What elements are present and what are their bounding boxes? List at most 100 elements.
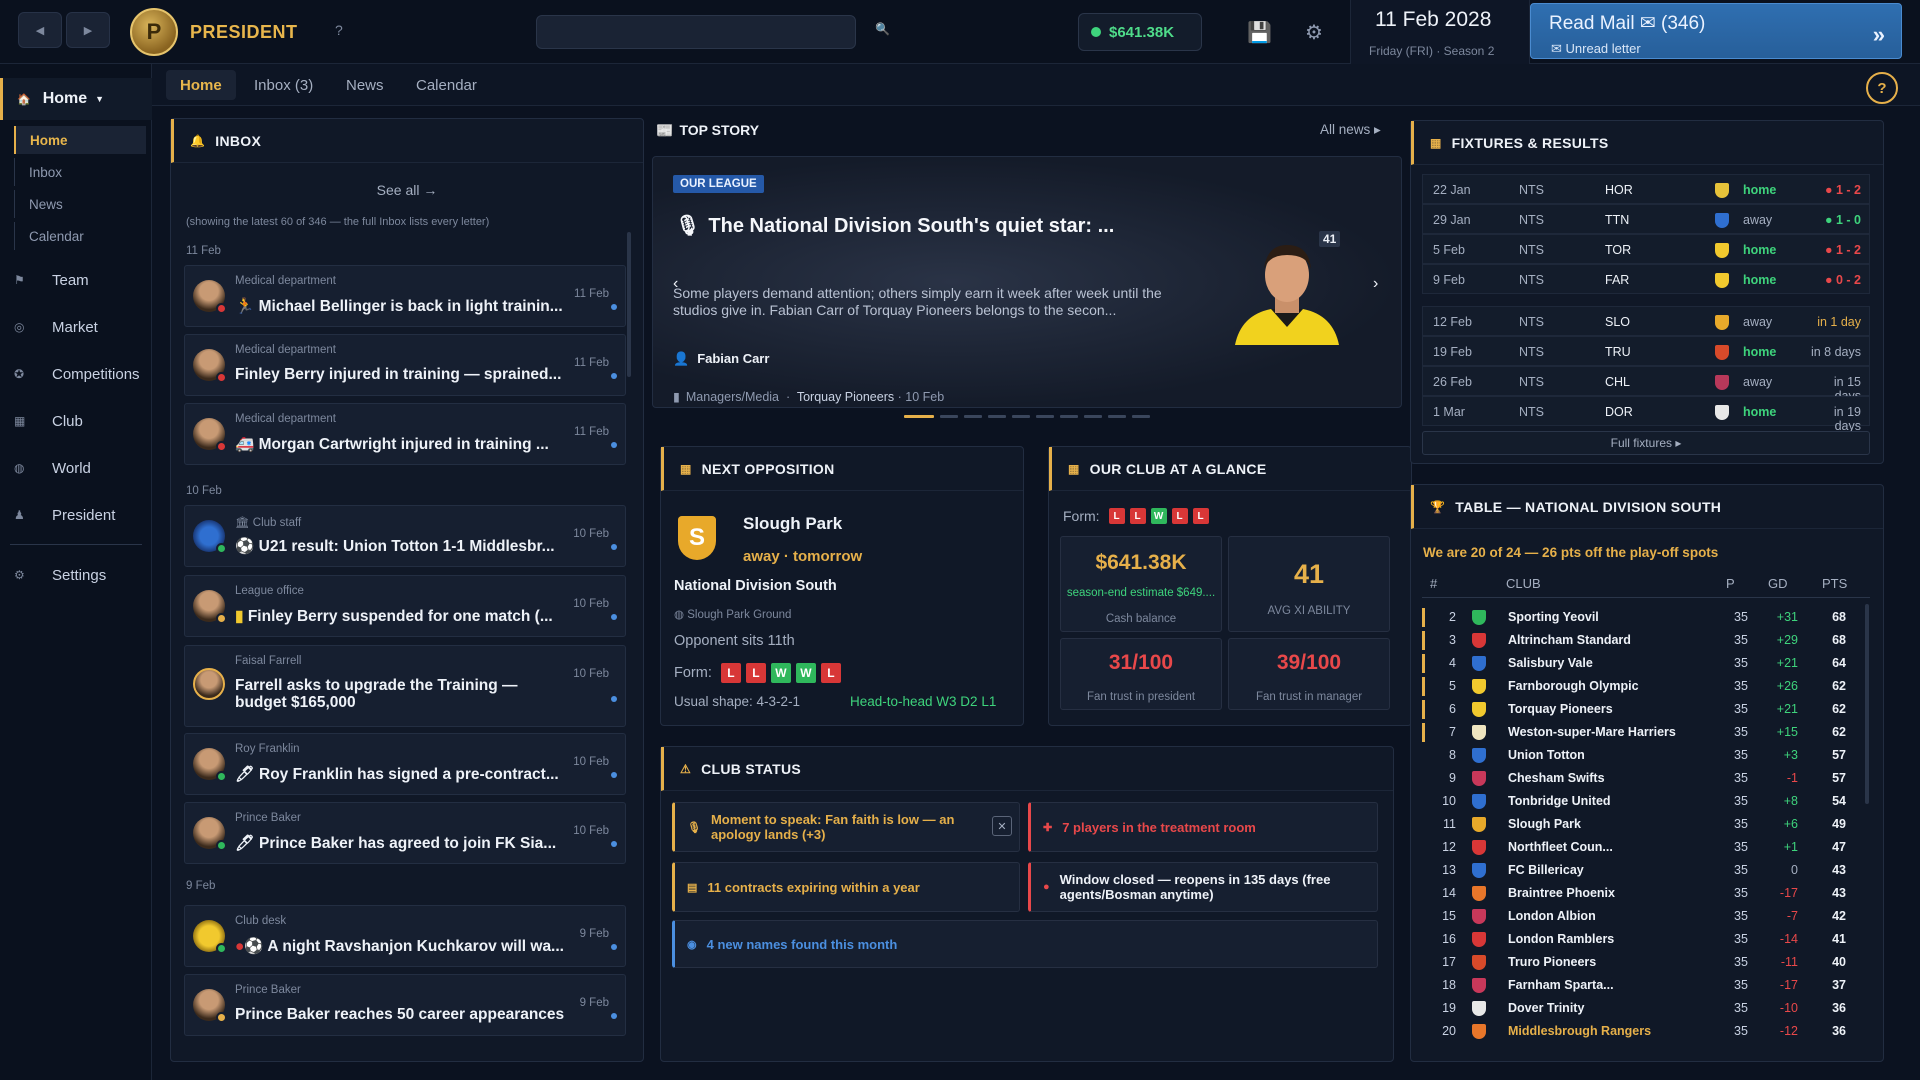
search-input[interactable]: [536, 15, 856, 49]
full-fixtures-button[interactable]: Full fixtures ▸: [1422, 431, 1870, 455]
all-news-link[interactable]: All news ▸: [1320, 122, 1381, 138]
status-item[interactable]: 🎙 Moment to speak: Fan faith is low — an …: [672, 802, 1020, 852]
inbox-item[interactable]: Prince Baker Prince Baker reaches 50 car…: [184, 974, 626, 1036]
inbox-item[interactable]: 🏛 Club staff ⚽ U21 result: Union Totton …: [184, 505, 626, 567]
table-row[interactable]: 3 Altrincham Standard 35 +29 68: [1422, 629, 1862, 652]
table-row[interactable]: 19 Dover Trinity 35 -10 36: [1422, 997, 1862, 1020]
form-badge: L: [1129, 508, 1146, 524]
table-row[interactable]: 8 Union Totton 35 +3 57: [1422, 744, 1862, 767]
dismiss-button[interactable]: ✕: [992, 816, 1012, 836]
story-player[interactable]: 👤 Fabian Carr: [673, 351, 769, 367]
see-all-link[interactable]: See all →: [170, 182, 644, 198]
inbox-item[interactable]: Prince Baker 🖊 Prince Baker has agreed t…: [184, 802, 626, 864]
tab-calendar[interactable]: Calendar: [402, 70, 491, 100]
table-club: Union Totton: [1508, 748, 1585, 762]
cash-tile[interactable]: $641.38K season-end estimate $649.... Ca…: [1060, 536, 1222, 632]
carousel-indicators[interactable]: [904, 415, 1150, 419]
right-arrow-icon: ▶: [83, 24, 93, 37]
inbox-item[interactable]: Medical department 🚑 Morgan Cartwright i…: [184, 403, 626, 465]
sidebar-sub-home[interactable]: Home: [14, 126, 146, 154]
inbox-item[interactable]: League office ▮ Finley Berry suspended f…: [184, 575, 626, 637]
status-item[interactable]: ✚ 7 players in the treatment room: [1028, 802, 1378, 852]
opponent-name[interactable]: Slough Park: [743, 514, 842, 534]
save-icon[interactable]: 💾: [1247, 20, 1272, 45]
scout-icon: ◉: [687, 938, 697, 951]
help-icon[interactable]: ?: [335, 22, 343, 38]
table-row[interactable]: 2 Sporting Yeovil 35 +31 68: [1422, 606, 1862, 629]
opponent-crest[interactable]: S: [678, 516, 716, 560]
table-row[interactable]: 4 Salisbury Vale 35 +21 64: [1422, 652, 1862, 675]
fixture-date: 19 Feb: [1433, 345, 1472, 359]
sidebar-item-team[interactable]: ⚑ Team: [14, 265, 89, 295]
top-story-card[interactable]: OUR LEAGUE 🎙 The National Division South'…: [652, 156, 1402, 408]
help-button[interactable]: ?: [1866, 72, 1898, 104]
fixture-row[interactable]: 29 Jan NTS TTN away ● 1 - 0: [1422, 204, 1870, 234]
trust-manager-value: 39/100: [1276, 651, 1342, 674]
fixture-row[interactable]: 1 Mar NTS DOR home in 19 days: [1422, 396, 1870, 433]
table-row[interactable]: 7 Weston-super-Mare Harriers 35 +15 62: [1422, 721, 1862, 744]
trust-manager-tile[interactable]: 39/100 Fan trust in manager: [1228, 638, 1390, 710]
table-position: 20: [1442, 1024, 1456, 1038]
sidebar-sub-inbox[interactable]: Inbox: [14, 158, 146, 186]
club-logo[interactable]: P: [130, 8, 178, 56]
sidebar-item-settings[interactable]: ⚙ Settings: [14, 560, 106, 590]
table-row[interactable]: 20 Middlesbrough Rangers 35 -12 36: [1422, 1020, 1862, 1043]
table-row[interactable]: 13 FC Billericay 35 0 43: [1422, 859, 1862, 882]
fixture-row[interactable]: 19 Feb NTS TRU home in 8 days: [1422, 336, 1870, 366]
back-button[interactable]: ◀: [18, 12, 62, 48]
table-row[interactable]: 17 Truro Pioneers 35 -11 40: [1422, 951, 1862, 974]
inbox-item[interactable]: Medical department Finley Berry injured …: [184, 334, 626, 396]
date-box[interactable]: 11 Feb 2028 Friday (FRI) · Season 2: [1350, 0, 1530, 64]
fixture-row[interactable]: 9 Feb NTS FAR home ● 0 - 2: [1422, 264, 1870, 294]
sidebar-item-president[interactable]: ♟ President: [14, 500, 115, 530]
table-row[interactable]: 15 London Albion 35 -7 42: [1422, 905, 1862, 928]
status-item[interactable]: ● Window closed — reopens in 135 days (fr…: [1028, 862, 1378, 912]
fixture-row[interactable]: 22 Jan NTS HOR home ● 1 - 2: [1422, 174, 1870, 204]
fixture-row[interactable]: 5 Feb NTS TOR home ● 1 - 2: [1422, 234, 1870, 264]
inbox-item[interactable]: Faisal Farrell Farrell asks to upgrade t…: [184, 645, 626, 727]
status-item[interactable]: ◉ 4 new names found this month: [672, 920, 1378, 968]
table-row[interactable]: 18 Farnham Sparta... 35 -17 37: [1422, 974, 1862, 997]
table-row[interactable]: 11 Slough Park 35 +6 49: [1422, 813, 1862, 836]
table-position: 6: [1449, 702, 1456, 716]
table-row[interactable]: 14 Braintree Phoenix 35 -17 43: [1422, 882, 1862, 905]
table-row[interactable]: 5 Farnborough Olympic 35 +26 62: [1422, 675, 1862, 698]
sidebar-item-world[interactable]: ◍ World: [14, 453, 91, 483]
fixture-competition: NTS: [1519, 345, 1544, 359]
prev-story-button[interactable]: ‹: [673, 275, 678, 293]
ability-tile[interactable]: 41 AVG XI ABILITY: [1228, 536, 1390, 632]
inbox-item[interactable]: Club desk ●⚽ A night Ravshanjon Kuchkaro…: [184, 905, 626, 967]
read-mail-button[interactable]: Read Mail ✉ (346) ✉ Unread letter »: [1530, 3, 1902, 59]
tab-inbox[interactable]: Inbox (3): [240, 70, 327, 100]
money-display[interactable]: $641.38K: [1078, 13, 1202, 51]
inbox-item[interactable]: Roy Franklin 🖊 Roy Franklin has signed a…: [184, 733, 626, 795]
table-row[interactable]: 10 Tonbridge United 35 +8 54: [1422, 790, 1862, 813]
tab-news[interactable]: News: [332, 70, 398, 100]
next-opposition-title: ▦ NEXT OPPOSITION: [661, 447, 1023, 491]
fixture-row[interactable]: 26 FebNTSCHLawayin 15 days: [1422, 366, 1870, 403]
sidebar-item-market[interactable]: ◎ Market: [14, 312, 98, 342]
fixture-row[interactable]: 12 Feb NTS SLO away in 1 day: [1422, 306, 1870, 336]
sidebar-item-club[interactable]: ▦ Club: [14, 406, 83, 436]
next-story-button[interactable]: ›: [1373, 275, 1378, 293]
table-scrollbar[interactable]: [1865, 604, 1869, 804]
sidebar-sub-calendar[interactable]: Calendar: [14, 222, 146, 250]
search-icon[interactable]: 🔍: [875, 22, 890, 36]
fixture-competition: NTS: [1519, 273, 1544, 287]
inbox-item[interactable]: Medical department 🏃 Michael Bellinger i…: [184, 265, 626, 327]
trust-president-tile[interactable]: 31/100 Fan trust in president: [1060, 638, 1222, 710]
forward-button[interactable]: ▶: [66, 12, 110, 48]
inbox-scrollbar[interactable]: [627, 232, 631, 377]
table-row[interactable]: 12 Northfleet Coun... 35 +1 47: [1422, 836, 1862, 859]
table-row[interactable]: 6 Torquay Pioneers 35 +21 62: [1422, 698, 1862, 721]
sidebar-item-competitions[interactable]: ✪ Competitions: [14, 359, 140, 389]
mail-sender: Medical department: [235, 344, 336, 356]
status-item[interactable]: ▤ 11 contracts expiring within a year: [672, 862, 1020, 912]
sidebar-item-home[interactable]: 🏠 Home ▼: [0, 78, 152, 120]
sidebar-sub-news[interactable]: News: [14, 190, 146, 218]
tab-home[interactable]: Home: [166, 70, 236, 100]
opponent-shape: Usual shape: 4-3-2-1: [674, 694, 801, 709]
table-row[interactable]: 9 Chesham Swifts 35 -1 57: [1422, 767, 1862, 790]
user-settings-icon[interactable]: ⚙: [1305, 20, 1323, 45]
table-row[interactable]: 16 London Ramblers 35 -14 41: [1422, 928, 1862, 951]
